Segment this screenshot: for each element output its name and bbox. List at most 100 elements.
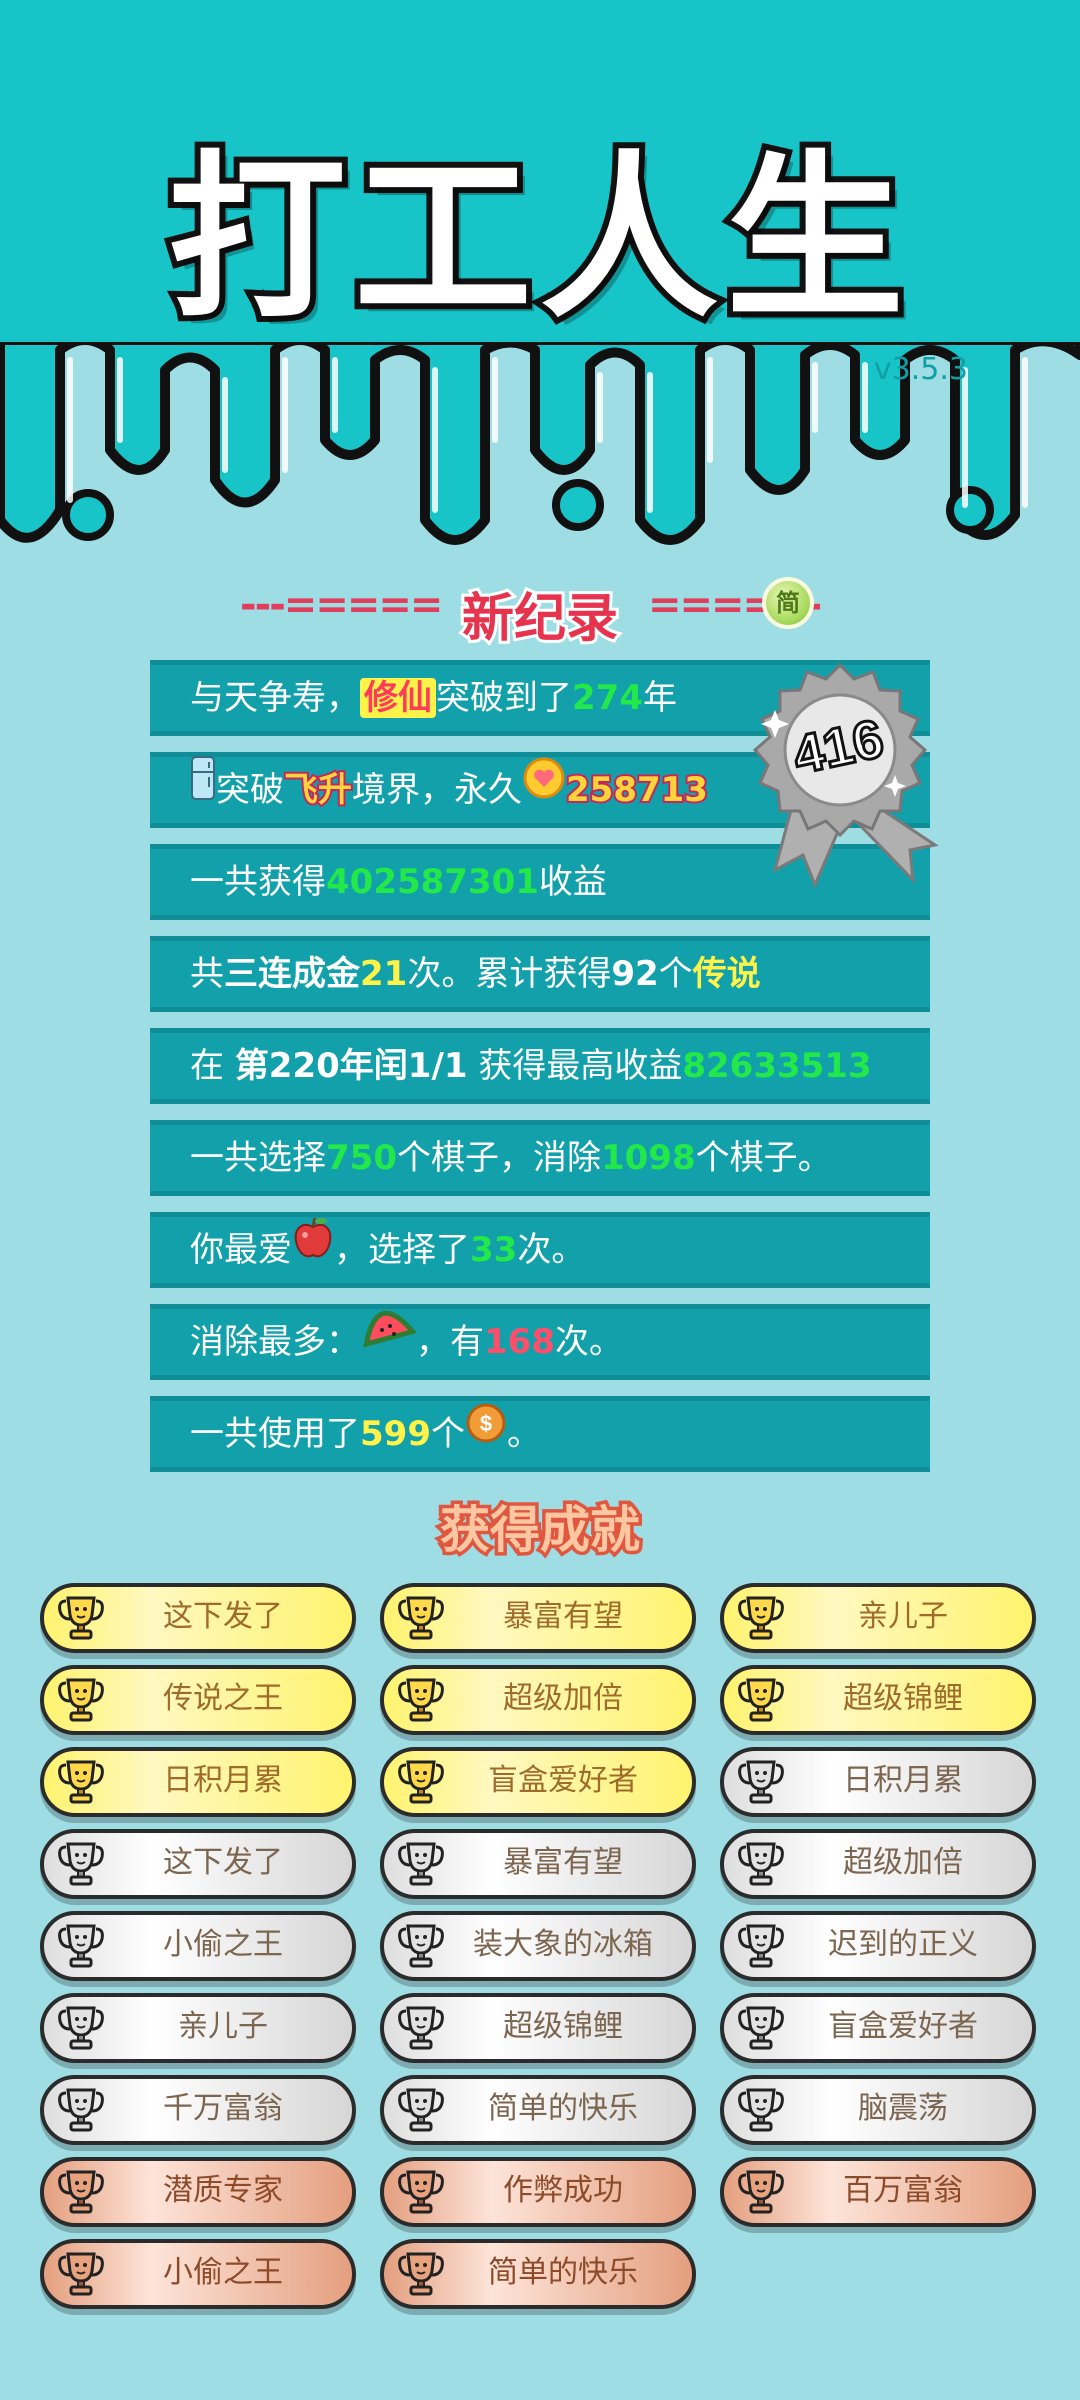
simplified-toggle-button[interactable]: 简: [762, 577, 814, 629]
trophy-icon: [396, 1593, 446, 1643]
achievement-badge[interactable]: 亲儿子: [720, 1583, 1036, 1653]
achievement-badge[interactable]: 这下发了: [40, 1583, 356, 1653]
stat-text: 三连成金: [224, 954, 360, 994]
achievement-label: 装大象的冰箱: [473, 1927, 653, 1962]
achievement-badge[interactable]: 传说之王: [40, 1665, 356, 1735]
stat-text: 突破到了: [436, 678, 572, 718]
achievement-label: 简单的快乐: [488, 2255, 638, 2290]
achievement-label: 日积月累: [163, 1763, 283, 1798]
stat-text: 1098: [600, 1138, 696, 1178]
watermelon-icon: [360, 1308, 418, 1374]
fridge-icon: [190, 755, 216, 823]
stat-text: 个: [658, 954, 693, 994]
achievements-title: 获得成就: [437, 1498, 644, 1563]
stat-text: 次。: [517, 1230, 586, 1270]
stat-text: 168: [484, 1322, 555, 1362]
stat-text: 飞升: [282, 768, 354, 812]
achievement-label: 超级加倍: [843, 1845, 963, 1880]
record-title: 新纪录: [459, 586, 621, 652]
trophy-icon: [56, 2003, 106, 2053]
achievement-badge[interactable]: 百万富翁: [720, 2157, 1036, 2227]
heart-coin-icon: [522, 756, 566, 822]
stat-text: 750: [326, 1138, 397, 1178]
stat-text: 境界，永久: [352, 770, 522, 810]
achievement-label: 千万富翁: [163, 2091, 283, 2126]
achievement-badge[interactable]: 亲儿子: [40, 1993, 356, 2063]
achievement-label: 超级锦鲤: [843, 1681, 963, 1716]
stat-text: 402587301: [326, 862, 539, 902]
stat-row: 一共使用了599个 $ 。: [150, 1396, 930, 1472]
stat-text: 年: [642, 678, 677, 718]
achievement-label: 这下发了: [163, 1845, 283, 1880]
trophy-icon: [56, 2167, 106, 2217]
stat-row: 消除最多： ，有168次。: [150, 1304, 930, 1380]
achievement-badge[interactable]: 千万富翁: [40, 2075, 356, 2145]
stat-text: 次。: [554, 1322, 623, 1362]
trophy-icon: [396, 2249, 446, 2299]
trophy-icon: [396, 1675, 446, 1725]
achievement-badge[interactable]: 日积月累: [720, 1747, 1036, 1817]
trophy-icon: [396, 2003, 446, 2053]
trophy-icon: [736, 1675, 786, 1725]
achievement-badge[interactable]: 暴富有望: [380, 1583, 696, 1653]
achievement-badge[interactable]: 暴富有望: [380, 1829, 696, 1899]
stat-text: 33: [470, 1230, 518, 1270]
achievement-label: 超级锦鲤: [503, 2009, 623, 2044]
award-rosette-icon: 416: [735, 655, 970, 900]
achievement-label: 潜质专家: [163, 2173, 283, 2208]
stat-row: 你最爱 ，选择了33次。: [150, 1212, 930, 1288]
achievement-badge[interactable]: 迟到的正义: [720, 1911, 1036, 1981]
header: 打工人生 v3.5.3: [0, 0, 1080, 560]
stat-text: 21: [360, 954, 408, 994]
achievement-label: 这下发了: [163, 1599, 283, 1634]
achievement-label: 亲儿子: [178, 2009, 268, 2044]
achievement-badge[interactable]: 超级锦鲤: [380, 1993, 696, 2063]
trophy-icon: [396, 1921, 446, 1971]
stat-text: 92: [611, 954, 659, 994]
achievement-label: 超级加倍: [503, 1681, 623, 1716]
trophy-icon: [56, 1593, 106, 1643]
achievement-badge[interactable]: 超级加倍: [380, 1665, 696, 1735]
stat-text: 次。累计获得: [407, 954, 612, 994]
achievement-badge[interactable]: 超级锦鲤: [720, 1665, 1036, 1735]
achievement-badge[interactable]: 简单的快乐: [380, 2239, 696, 2309]
stat-text: ，选择了: [334, 1230, 470, 1270]
achievement-badge[interactable]: 简单的快乐: [380, 2075, 696, 2145]
achievement-badge[interactable]: 潜质专家: [40, 2157, 356, 2227]
achievement-badge[interactable]: 盲盒爱好者: [380, 1747, 696, 1817]
achievement-label: 小偷之王: [163, 2255, 283, 2290]
trophy-icon: [736, 1593, 786, 1643]
trophy-icon: [56, 2249, 106, 2299]
achievement-badge[interactable]: 盲盒爱好者: [720, 1993, 1036, 2063]
achievement-badge[interactable]: 小偷之王: [40, 1911, 356, 1981]
achievement-badge[interactable]: 小偷之王: [40, 2239, 356, 2309]
trophy-icon: [396, 1839, 446, 1889]
trophy-icon: [56, 1921, 106, 1971]
app-title: 打工人生: [162, 129, 912, 348]
achievement-label: 盲盒爱好者: [828, 2009, 978, 2044]
stat-text: 在: [190, 1046, 235, 1086]
stat-text: 个棋子，消除: [396, 1138, 601, 1178]
achievement-badge[interactable]: 超级加倍: [720, 1829, 1036, 1899]
trophy-icon: [736, 2085, 786, 2135]
stat-text: 。: [506, 1414, 541, 1454]
achievement-badge[interactable]: 装大象的冰箱: [380, 1911, 696, 1981]
stat-text: 一共获得: [190, 862, 326, 902]
achievement-badge[interactable]: 日积月累: [40, 1747, 356, 1817]
achievement-label: 迟到的正义: [828, 1927, 978, 1962]
achievement-badge[interactable]: 脑震荡: [720, 2075, 1036, 2145]
trophy-icon: [736, 2003, 786, 2053]
stat-text: 个棋子。: [695, 1138, 832, 1178]
trophy-icon: [736, 1839, 786, 1889]
achievement-label: 百万富翁: [843, 2173, 963, 2208]
achievement-label: 作弊成功: [503, 2173, 623, 2208]
stat-text: 258713: [564, 768, 710, 812]
coin-icon: $: [465, 1400, 507, 1466]
achievement-badge[interactable]: 作弊成功: [380, 2157, 696, 2227]
achievement-label: 脑震荡: [858, 2091, 948, 2126]
achievement-label: 亲儿子: [858, 1599, 948, 1634]
svg-text:$: $: [480, 1411, 492, 1436]
achievement-badge[interactable]: 这下发了: [40, 1829, 356, 1899]
stat-text: 与天争寿，: [190, 678, 360, 718]
achievement-label: 小偷之王: [163, 1927, 283, 1962]
